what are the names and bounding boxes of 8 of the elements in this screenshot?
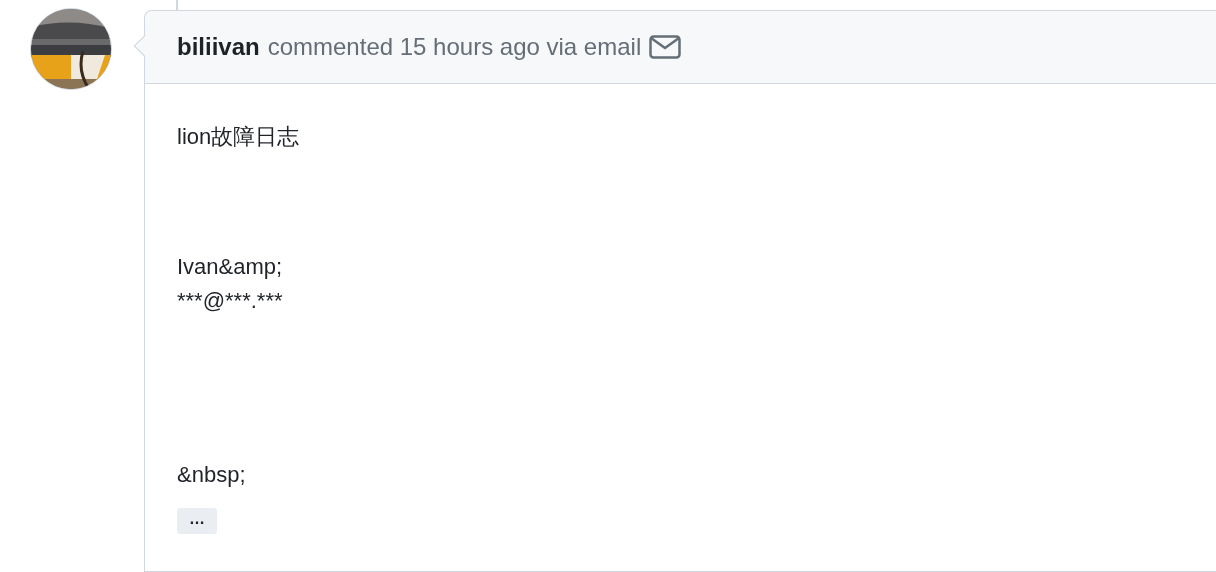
- comment-meta: commented 15 hours ago via email: [267, 32, 642, 62]
- comment-text: &nbsp;: [177, 461, 247, 489]
- author-link[interactable]: biliivan: [177, 29, 260, 65]
- expand-button[interactable]: …: [177, 508, 217, 534]
- comment-text: lion故障日志: [177, 123, 301, 151]
- comment-text: ***@***.***: [177, 287, 284, 315]
- comment-text: Ivan&amp;: [177, 253, 284, 281]
- email-icon: [649, 35, 682, 59]
